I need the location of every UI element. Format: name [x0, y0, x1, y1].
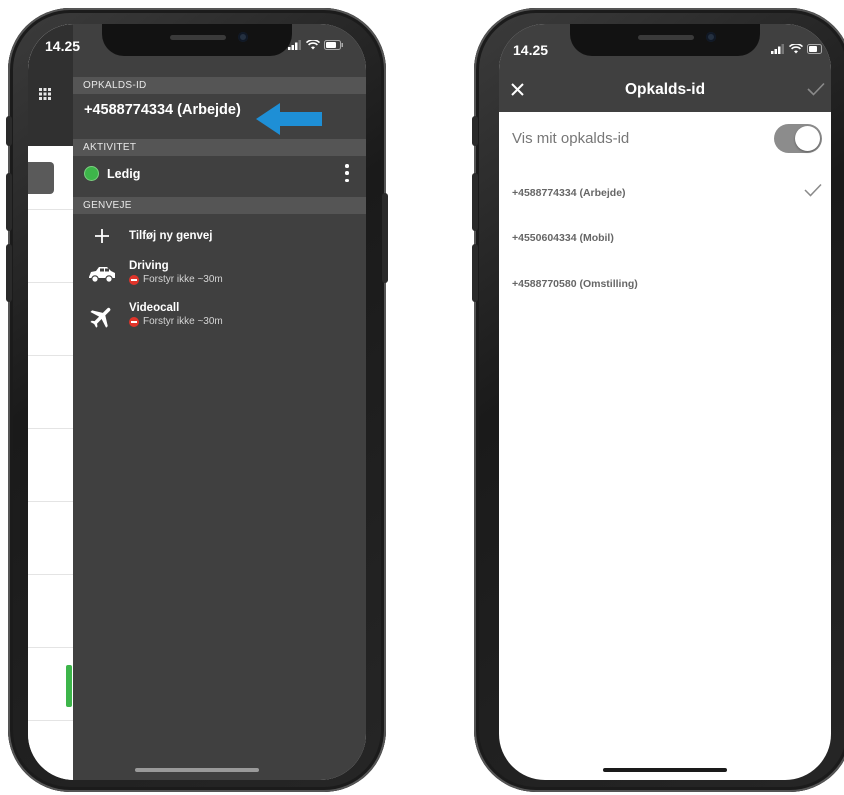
battery-icon	[324, 40, 343, 50]
caller-id-option[interactable]: +4588770580 (Omstilling)	[512, 270, 822, 300]
show-caller-id-row: Vis mit opkalds-id	[512, 124, 822, 154]
mute-switch	[6, 116, 12, 146]
wifi-icon	[306, 40, 320, 50]
divider	[28, 720, 73, 721]
shortcut-item[interactable]: Driving Forstyr ikke ~30m	[85, 260, 223, 285]
do-not-disturb-icon	[129, 274, 139, 285]
section-header-shortcuts: GENVEJE	[73, 197, 366, 214]
right-screen: Opkalds-id Vis mit opkalds-id +458877433…	[499, 24, 831, 780]
notch	[102, 24, 292, 56]
status-icons	[771, 44, 823, 54]
status-dot-icon	[84, 166, 99, 181]
caller-id-option[interactable]: +4550604334 (Mobil)	[512, 224, 822, 254]
power-button	[382, 193, 388, 283]
car-icon	[85, 260, 119, 284]
background-tab-indicator	[28, 162, 54, 194]
shortcut-title: Videocall	[129, 302, 180, 314]
divider	[28, 647, 73, 648]
phone-right: Opkalds-id Vis mit opkalds-id +458877433…	[472, 8, 844, 792]
airplane-icon	[85, 302, 119, 331]
caller-id-option[interactable]: +4588774334 (Arbejde)	[512, 179, 822, 209]
volume-down-button	[472, 244, 478, 302]
background-green-indicator	[66, 665, 72, 707]
divider	[28, 209, 73, 210]
do-not-disturb-icon	[129, 316, 139, 327]
show-caller-id-label: Vis mit opkalds-id	[512, 130, 630, 147]
divider	[28, 282, 73, 283]
selected-check-icon	[804, 183, 822, 197]
home-indicator[interactable]	[135, 768, 259, 772]
shortcut-title: Driving	[129, 260, 169, 272]
home-indicator[interactable]	[603, 768, 727, 772]
caller-id-option-label: +4588774334 (Arbejde)	[512, 187, 626, 199]
page-title: Opkalds-id	[624, 81, 706, 98]
signal-icon	[288, 40, 301, 50]
divider	[28, 355, 73, 356]
status-time: 14.25	[45, 38, 81, 54]
side-drawer: OPKALDS-ID +4588774334 (Arbejde) AKTIVIT…	[73, 24, 366, 780]
arrow-left-icon	[256, 103, 322, 135]
volume-up-button	[472, 173, 478, 231]
volume-up-button	[6, 173, 12, 231]
caller-id-option-label: +4550604334 (Mobil)	[512, 232, 614, 244]
shortcut-item[interactable]: Videocall Forstyr ikke ~30m	[85, 302, 223, 331]
volume-down-button	[6, 244, 12, 302]
activity-status: Ledig	[107, 166, 141, 181]
battery-icon	[807, 44, 822, 54]
signal-icon	[771, 44, 784, 54]
shortcut-subtitle: Forstyr ikke ~30m	[143, 316, 223, 327]
add-shortcut-label: Tilføj ny genvej	[129, 230, 213, 242]
mute-switch	[472, 116, 478, 146]
caller-id-value[interactable]: +4588774334 (Arbejde)	[84, 102, 241, 118]
grid-menu-icon[interactable]	[39, 87, 51, 105]
phone-left: OPKALDS-ID +4588774334 (Arbejde) AKTIVIT…	[6, 8, 388, 792]
more-options-icon[interactable]	[342, 161, 352, 185]
activity-row[interactable]: Ledig	[84, 166, 140, 181]
plus-icon	[85, 228, 119, 244]
status-icons	[288, 40, 344, 50]
wifi-icon	[789, 44, 803, 54]
shortcut-subtitle: Forstyr ikke ~30m	[143, 274, 223, 285]
divider	[28, 428, 73, 429]
status-time: 14.25	[513, 42, 549, 58]
add-shortcut-button[interactable]: Tilføj ny genvej	[85, 228, 213, 244]
section-header-caller-id: OPKALDS-ID	[73, 77, 366, 94]
notch	[570, 24, 760, 56]
background-app	[28, 24, 73, 780]
left-screen: OPKALDS-ID +4588774334 (Arbejde) AKTIVIT…	[28, 24, 366, 780]
section-header-activity: AKTIVITET	[73, 139, 366, 156]
confirm-check-icon[interactable]	[807, 82, 825, 96]
caller-id-option-label: +4588770580 (Omstilling)	[512, 278, 638, 290]
divider	[28, 501, 73, 502]
divider	[28, 574, 73, 575]
show-caller-id-toggle[interactable]	[774, 124, 822, 153]
